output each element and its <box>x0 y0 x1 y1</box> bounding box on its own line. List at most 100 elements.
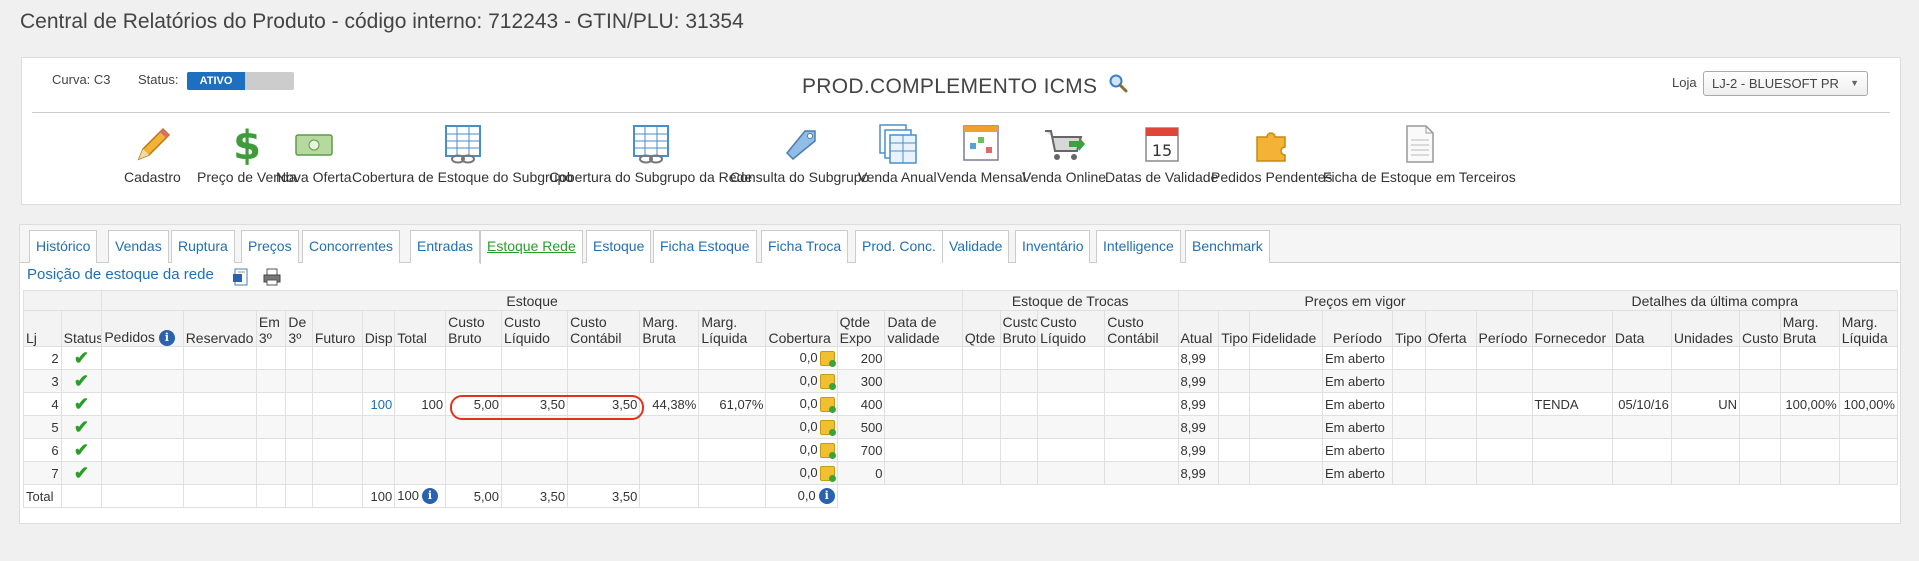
toolbar-cadastro[interactable]: Cadastro <box>124 123 181 185</box>
col-compra-marg-liquida[interactable]: Marg. Líquida <box>1838 310 1899 347</box>
col-tipo[interactable]: Tipo <box>1218 310 1250 347</box>
table-header: Lj Status Pedidos i Reservado Em 3º De 3… <box>23 310 1899 347</box>
col-trocas-custo-bruto[interactable]: Custo Bruto <box>999 310 1039 347</box>
tab-estoque-rede[interactable]: Estoque Rede <box>480 230 583 264</box>
tab-precos[interactable]: Preços <box>241 230 299 263</box>
toolbar-ficha-estoque-terceiros[interactable]: Ficha de Estoque em Terceiros <box>1323 123 1516 185</box>
cell-marg-liquida <box>698 415 767 439</box>
table-row[interactable]: 2 ✔ 0,0 200 8,99 Em aberto <box>23 346 1899 370</box>
group-trocas: Estoque de Trocas <box>961 290 1179 311</box>
col-cobertura[interactable]: Cobertura <box>765 310 838 347</box>
box-arrow-icon[interactable] <box>819 420 836 437</box>
tab-ficha-troca[interactable]: Ficha Troca <box>761 230 849 263</box>
cell-marg-bruta: 44,38% <box>639 392 700 416</box>
col-marg-bruta[interactable]: Marg. Bruta <box>639 310 700 347</box>
col-custo-bruto[interactable]: Custo Bruto <box>445 310 503 347</box>
col-reservado[interactable]: Reservado <box>182 310 257 347</box>
info-icon[interactable]: i <box>818 488 835 505</box>
col-tipo-oferta[interactable]: Tipo <box>1392 310 1426 347</box>
table-row[interactable]: 4 ✔ 100 100 5,00 3,50 3,50 44,38% 61,07% 0,0 400 8,… <box>23 392 1899 416</box>
tab-prod-conc[interactable]: Prod. Conc. <box>855 230 943 263</box>
toolbar-datas-validade[interactable]: 15 Datas de Validade <box>1105 123 1218 185</box>
col-lj[interactable]: Lj <box>23 310 62 347</box>
col-qtde-expo[interactable]: Qtde Expo <box>836 310 886 347</box>
tab-historico[interactable]: Histórico <box>29 230 98 263</box>
col-trocas-custo-contabil[interactable]: Custo Contábil <box>1104 310 1179 347</box>
col-atual[interactable]: Atual <box>1177 310 1220 347</box>
table-row[interactable]: 3 ✔ 0,0 300 8,99 Em aberto <box>23 369 1899 393</box>
info-icon[interactable]: i <box>158 330 175 346</box>
col-fidelidade[interactable]: Fidelidade <box>1248 310 1323 347</box>
cell-unidades <box>1670 369 1741 393</box>
cell-empty <box>182 392 257 416</box>
col-periodo[interactable]: Período <box>1321 310 1394 347</box>
box-arrow-icon[interactable] <box>819 397 836 414</box>
toolbar-venda-online[interactable]: Venda Online <box>1022 123 1106 185</box>
col-periodo-oferta[interactable]: Período <box>1475 310 1533 347</box>
cell-empty <box>311 369 363 393</box>
col-compra-marg-bruta[interactable]: Marg. Bruta <box>1779 310 1840 347</box>
tab-estoque[interactable]: Estoque <box>586 230 652 263</box>
col-pedidos[interactable]: Pedidos i <box>101 310 184 347</box>
cell-empty <box>1037 415 1106 439</box>
col-trocas-qtde[interactable]: Qtde <box>961 310 1001 347</box>
col-custo-contabil[interactable]: Custo Contábil <box>567 310 641 347</box>
tab-benchmark[interactable]: Benchmark <box>1185 230 1270 263</box>
col-disp[interactable]: Disp <box>361 310 396 347</box>
export-icon[interactable] <box>232 268 250 286</box>
col-total[interactable]: Total <box>394 310 447 347</box>
status-toggle[interactable]: ATIVO <box>187 72 294 90</box>
col-trocas-custo-liquido[interactable]: Custo Líquido <box>1037 310 1106 347</box>
col-unidades[interactable]: Unidades <box>1670 310 1741 347</box>
col-data-validade[interactable]: Data de validade <box>884 310 963 347</box>
col-custo[interactable]: Custo <box>1739 310 1781 347</box>
banknote-icon <box>293 123 335 165</box>
cell-empty <box>1392 461 1426 485</box>
tab-entradas[interactable]: Entradas <box>410 230 481 263</box>
toolbar-venda-mensal[interactable]: Venda Mensal <box>937 123 1026 185</box>
toolbar-pedidos-pendentes[interactable]: Pedidos Pendentes <box>1211 123 1332 185</box>
spreadsheet-chain-icon <box>630 123 672 165</box>
totals-row: Total 100 100 i 5,00 3,50 3,50 0,0 i <box>23 484 1898 508</box>
toolbar-consulta-subgrupo[interactable]: Consulta do Subgrupo <box>730 123 869 185</box>
col-data[interactable]: Data <box>1611 310 1672 347</box>
box-arrow-icon[interactable] <box>819 351 836 368</box>
cell-empty <box>1322 484 1393 508</box>
col-oferta[interactable]: Oferta <box>1424 310 1477 347</box>
col-de-3[interactable]: De 3º <box>285 310 313 347</box>
toolbar-venda-anual[interactable]: Venda Anual <box>858 123 937 185</box>
col-custo-liquido[interactable]: Custo Líquido <box>501 310 569 347</box>
cell-total <box>394 346 447 370</box>
loja-select[interactable]: LJ-2 - BLUESOFT PR ▼ <box>1703 71 1868 96</box>
toolbar-cobertura-subgrupo-rede[interactable]: Cobertura do Subgrupo da Rede <box>549 123 752 185</box>
tab-vendas[interactable]: Vendas <box>108 230 169 263</box>
info-icon[interactable]: i <box>421 488 438 505</box>
section-title[interactable]: Posição de estoque da rede <box>27 266 214 283</box>
cell-empty <box>1475 346 1533 370</box>
tab-concorrentes[interactable]: Concorrentes <box>302 230 401 263</box>
cell-empty <box>255 392 287 416</box>
col-futuro[interactable]: Futuro <box>311 310 363 347</box>
disp-link[interactable]: 100 <box>371 397 393 412</box>
printer-icon[interactable] <box>263 268 281 286</box>
cell-empty <box>999 369 1039 393</box>
box-arrow-icon[interactable] <box>819 443 836 460</box>
tab-validade[interactable]: Validade <box>942 230 1010 263</box>
box-arrow-icon[interactable] <box>819 374 836 391</box>
tab-ruptura[interactable]: Ruptura <box>171 230 235 263</box>
toolbar-cobertura-estoque-subgrupo[interactable]: Cobertura de Estoque do Subgrupo <box>352 123 573 185</box>
col-status[interactable]: Status <box>60 310 103 347</box>
col-em-3[interactable]: Em 3º <box>255 310 287 347</box>
table-row[interactable]: 7 ✔ 0,0 0 8,99 Em aberto <box>23 461 1899 485</box>
table-row[interactable]: 5 ✔ 0,0 500 8,99 Em aberto <box>23 415 1899 439</box>
toolbar-nova-oferta[interactable]: Nova Oferta <box>276 123 351 185</box>
search-icon[interactable] <box>1108 73 1128 99</box>
box-arrow-icon[interactable] <box>819 466 836 483</box>
col-marg-liquida[interactable]: Marg. Líquida <box>698 310 767 347</box>
cell-compra-marg-liquida <box>1838 461 1899 485</box>
col-fornecedor[interactable]: Fornecedor <box>1531 310 1613 347</box>
tab-intelligence[interactable]: Intelligence <box>1096 230 1181 263</box>
tab-inventario[interactable]: Inventário <box>1015 230 1091 263</box>
table-row[interactable]: 6 ✔ 0,0 700 8,99 Em aberto <box>23 438 1899 462</box>
tab-ficha-estoque[interactable]: Ficha Estoque <box>653 230 757 263</box>
